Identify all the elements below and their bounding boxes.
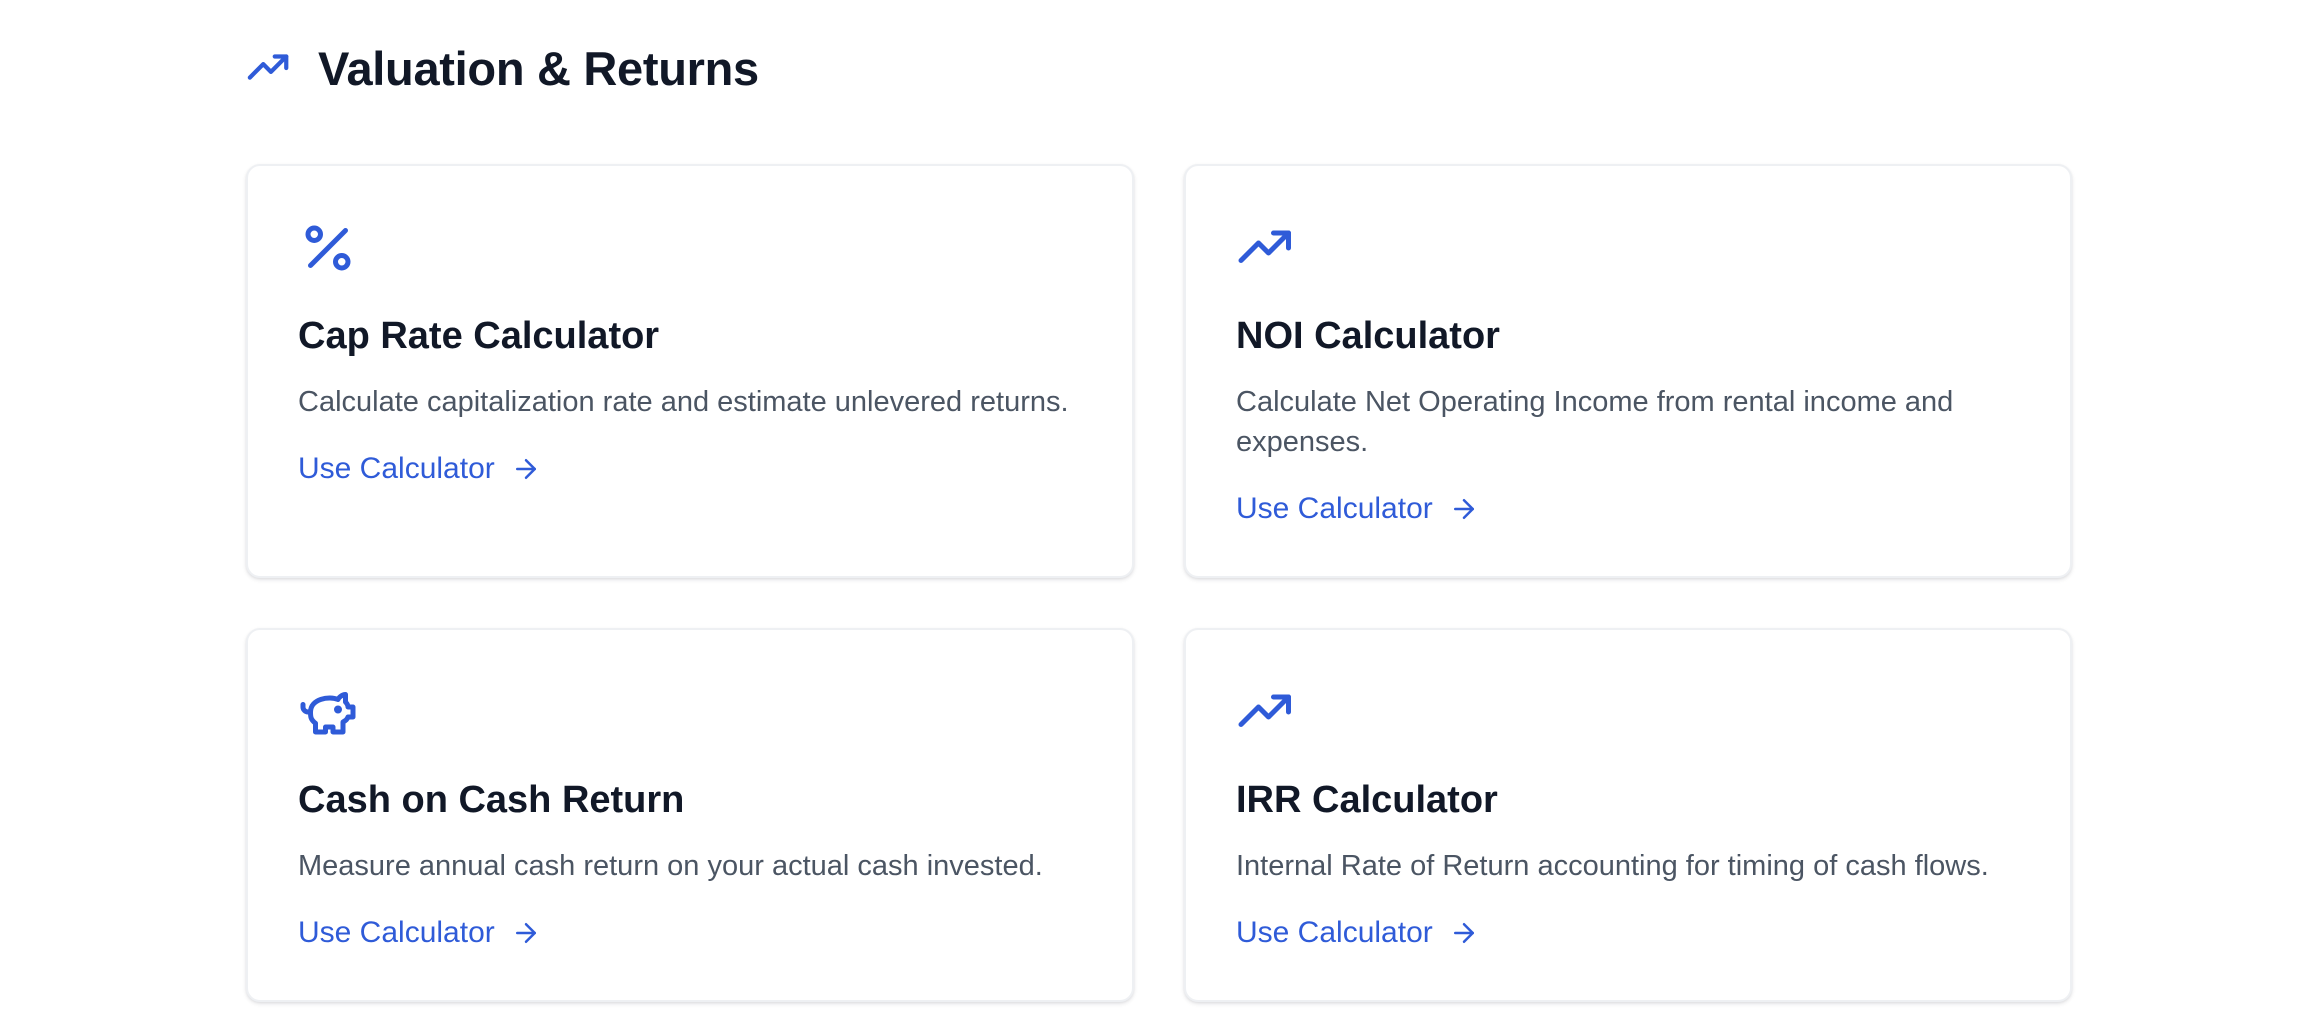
card-description: Internal Rate of Return accounting for t… xyxy=(1236,849,1989,882)
piggy-bank-icon xyxy=(298,682,1082,742)
use-calculator-label: Use Calculator xyxy=(298,451,495,485)
card-cash-on-cash[interactable]: Cash on Cash Return Measure annual cash … xyxy=(246,628,1134,1002)
use-calculator-link[interactable]: Use Calculator xyxy=(1236,916,1479,950)
valuation-returns-section: Valuation & Returns Cap Rate Calculator … xyxy=(246,0,2072,1002)
use-calculator-link[interactable]: Use Calculator xyxy=(298,916,541,950)
card-description: Calculate Net Operating Income from rent… xyxy=(1236,385,1954,458)
use-calculator-label: Use Calculator xyxy=(298,915,495,949)
card-title: IRR Calculator xyxy=(1236,779,1498,821)
percent-icon xyxy=(298,218,1082,278)
card-description: Calculate capitalization rate and estima… xyxy=(298,385,1069,418)
card-description: Measure annual cash return on your actua… xyxy=(298,849,1043,882)
card-title: Cash on Cash Return xyxy=(298,779,685,821)
card-title: NOI Calculator xyxy=(1236,315,1500,357)
card-noi[interactable]: NOI Calculator Calculate Net Operating I… xyxy=(1184,164,2072,578)
card-cap-rate[interactable]: Cap Rate Calculator Calculate capitaliza… xyxy=(246,164,1134,578)
trending-up-icon xyxy=(1236,682,2020,742)
use-calculator-link[interactable]: Use Calculator xyxy=(1236,492,1479,526)
arrow-right-icon xyxy=(515,458,536,479)
card-irr[interactable]: IRR Calculator Internal Rate of Return a… xyxy=(1184,628,2072,1002)
use-calculator-label: Use Calculator xyxy=(1236,915,1433,949)
section-title: Valuation & Returns xyxy=(318,41,759,95)
card-title: Cap Rate Calculator xyxy=(298,315,660,357)
use-calculator-link[interactable]: Use Calculator xyxy=(298,452,541,486)
trending-up-icon xyxy=(1236,218,2020,278)
arrow-right-icon xyxy=(515,922,536,943)
use-calculator-label: Use Calculator xyxy=(1236,491,1433,525)
arrow-right-icon xyxy=(1453,498,1474,519)
section-header: Valuation & Returns xyxy=(246,0,2072,136)
trending-up-icon xyxy=(246,45,292,91)
calculator-grid: Cap Rate Calculator Calculate capitaliza… xyxy=(246,164,2072,1002)
arrow-right-icon xyxy=(1453,922,1474,943)
